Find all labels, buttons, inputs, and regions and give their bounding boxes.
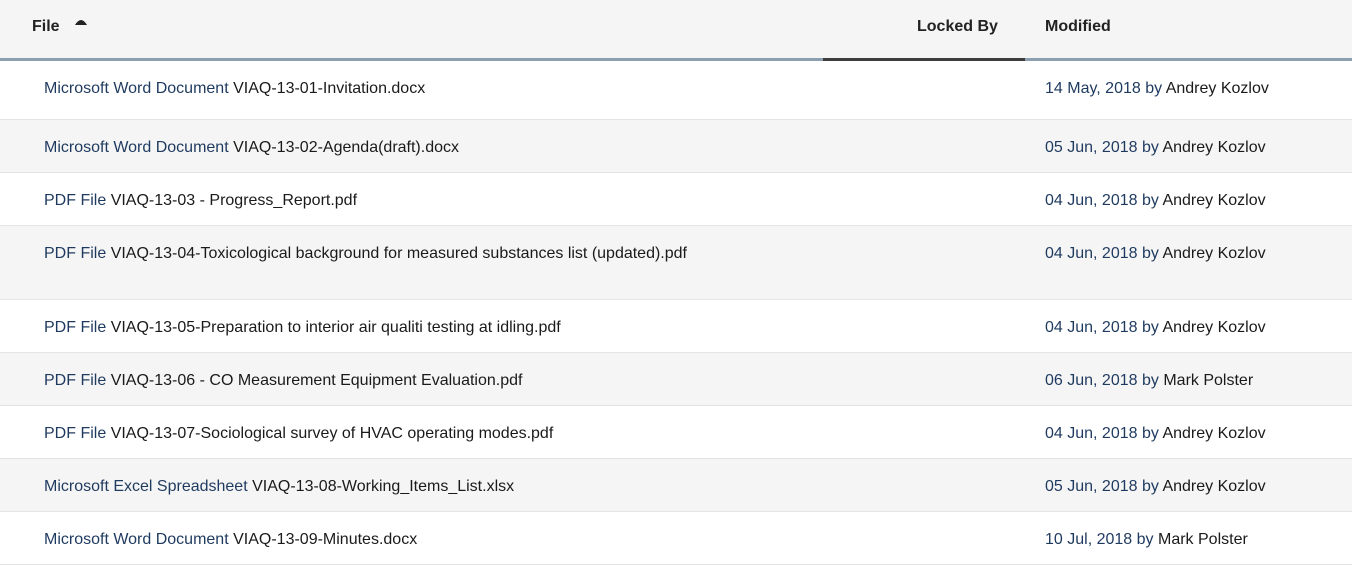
modified-by-label: by [1141,245,1159,262]
file-type-icon-label[interactable]: PDF File [44,425,106,442]
file-cell: PDF File VIAQ-13-04-Toxicological backgr… [44,244,764,264]
file-cell: Microsoft Word Document VIAQ-13-02-Agend… [44,138,764,158]
modified-author-link[interactable]: Andrey Kozlov [1162,245,1265,262]
file-cell: PDF File VIAQ-13-07-Sociological survey … [44,424,764,444]
table-row: Microsoft Word Document VIAQ-13-09-Minut… [0,512,1352,565]
modified-cell: 06 Jun, 2018 by Mark Polster [1045,371,1253,391]
modified-date-link[interactable]: 04 Jun, 2018 [1045,319,1138,336]
table-row: PDF File VIAQ-13-03 - Progress_Report.pd… [0,173,1352,226]
modified-date-link[interactable]: 06 Jun, 2018 [1045,372,1138,389]
modified-author-link[interactable]: Andrey Kozlov [1162,192,1265,209]
file-type-icon-label[interactable]: Microsoft Word Document [44,531,229,548]
table-row: PDF File VIAQ-13-07-Sociological survey … [0,406,1352,459]
modified-cell: 04 Jun, 2018 by Andrey Kozlov [1045,318,1266,338]
modified-cell: 04 Jun, 2018 by Andrey Kozlov [1045,191,1266,211]
sort-ascending-icon [75,20,88,25]
modified-author-link[interactable]: Andrey Kozlov [1162,478,1265,495]
file-type-icon-label[interactable]: Microsoft Word Document [44,80,229,97]
attachments-table: File Locked By Modified Microsoft Word D… [0,0,1352,565]
modified-author-link[interactable]: Mark Polster [1163,372,1253,389]
table-header: File Locked By Modified [0,0,1352,61]
modified-author-link[interactable]: Mark Polster [1158,531,1248,548]
file-cell: PDF File VIAQ-13-06 - CO Measurement Equ… [44,371,764,391]
file-cell: Microsoft Word Document VIAQ-13-09-Minut… [44,530,764,550]
modified-by-label: by [1141,139,1159,156]
file-type-icon-label[interactable]: Microsoft Word Document [44,139,229,156]
file-name-link[interactable]: VIAQ-13-05-Preparation to interior air q… [111,319,561,336]
modified-by-label: by [1141,319,1159,336]
column-header-modified[interactable]: Modified [1045,18,1111,36]
modified-by-label: by [1141,478,1159,495]
file-name-link[interactable]: VIAQ-13-09-Minutes.docx [233,531,417,548]
modified-by-label: by [1141,372,1159,389]
modified-cell: 10 Jul, 2018 by Mark Polster [1045,530,1248,550]
file-name-link[interactable]: VIAQ-13-07-Sociological survey of HVAC o… [111,425,554,442]
modified-by-label: by [1136,531,1154,548]
modified-cell: 04 Jun, 2018 by Andrey Kozlov [1045,244,1266,264]
modified-author-link[interactable]: Andrey Kozlov [1166,80,1269,97]
modified-by-label: by [1141,425,1159,442]
file-type-icon-label[interactable]: PDF File [44,372,106,389]
table-row: Microsoft Word Document VIAQ-13-01-Invit… [0,61,1352,120]
file-cell: Microsoft Excel Spreadsheet VIAQ-13-08-W… [44,477,764,497]
modified-date-link[interactable]: 05 Jun, 2018 [1045,478,1138,495]
modified-cell: 04 Jun, 2018 by Andrey Kozlov [1045,424,1266,444]
modified-by-label: by [1145,80,1163,97]
modified-author-link[interactable]: Andrey Kozlov [1162,319,1265,336]
modified-author-link[interactable]: Andrey Kozlov [1162,425,1265,442]
file-name-link[interactable]: VIAQ-13-08-Working_Items_List.xlsx [252,478,514,495]
file-name-link[interactable]: VIAQ-13-06 - CO Measurement Equipment Ev… [111,372,523,389]
modified-author-link[interactable]: Andrey Kozlov [1162,139,1265,156]
modified-date-link[interactable]: 05 Jun, 2018 [1045,139,1138,156]
file-name-link[interactable]: VIAQ-13-04-Toxicological background for … [111,245,687,262]
file-cell: PDF File VIAQ-13-05-Preparation to inter… [44,318,764,338]
file-name-link[interactable]: VIAQ-13-02-Agenda(draft).docx [233,139,459,156]
file-name-link[interactable]: VIAQ-13-03 - Progress_Report.pdf [111,192,357,209]
modified-cell: 14 May, 2018 by Andrey Kozlov [1045,79,1269,99]
table-row: PDF File VIAQ-13-05-Preparation to inter… [0,300,1352,353]
file-name-link[interactable]: VIAQ-13-01-Invitation.docx [233,80,425,97]
table-row: PDF File VIAQ-13-06 - CO Measurement Equ… [0,353,1352,406]
table-row: Microsoft Word Document VIAQ-13-02-Agend… [0,120,1352,173]
modified-by-label: by [1141,192,1159,209]
file-type-icon-label[interactable]: PDF File [44,245,106,262]
modified-cell: 05 Jun, 2018 by Andrey Kozlov [1045,477,1266,497]
modified-date-link[interactable]: 14 May, 2018 [1045,80,1141,97]
modified-cell: 05 Jun, 2018 by Andrey Kozlov [1045,138,1266,158]
table-row: Microsoft Excel Spreadsheet VIAQ-13-08-W… [0,459,1352,512]
file-type-icon-label[interactable]: Microsoft Excel Spreadsheet [44,478,248,495]
modified-date-link[interactable]: 10 Jul, 2018 [1045,531,1132,548]
file-cell: PDF File VIAQ-13-03 - Progress_Report.pd… [44,191,764,211]
file-type-icon-label[interactable]: PDF File [44,192,106,209]
table-row: PDF File VIAQ-13-04-Toxicological backgr… [0,226,1352,300]
modified-date-link[interactable]: 04 Jun, 2018 [1045,425,1138,442]
column-header-locked-by[interactable]: Locked By [917,18,998,36]
column-header-file-label: File [32,18,60,35]
file-cell: Microsoft Word Document VIAQ-13-01-Invit… [44,79,764,99]
modified-date-link[interactable]: 04 Jun, 2018 [1045,192,1138,209]
modified-date-link[interactable]: 04 Jun, 2018 [1045,245,1138,262]
column-header-file[interactable]: File [32,18,88,36]
file-type-icon-label[interactable]: PDF File [44,319,106,336]
